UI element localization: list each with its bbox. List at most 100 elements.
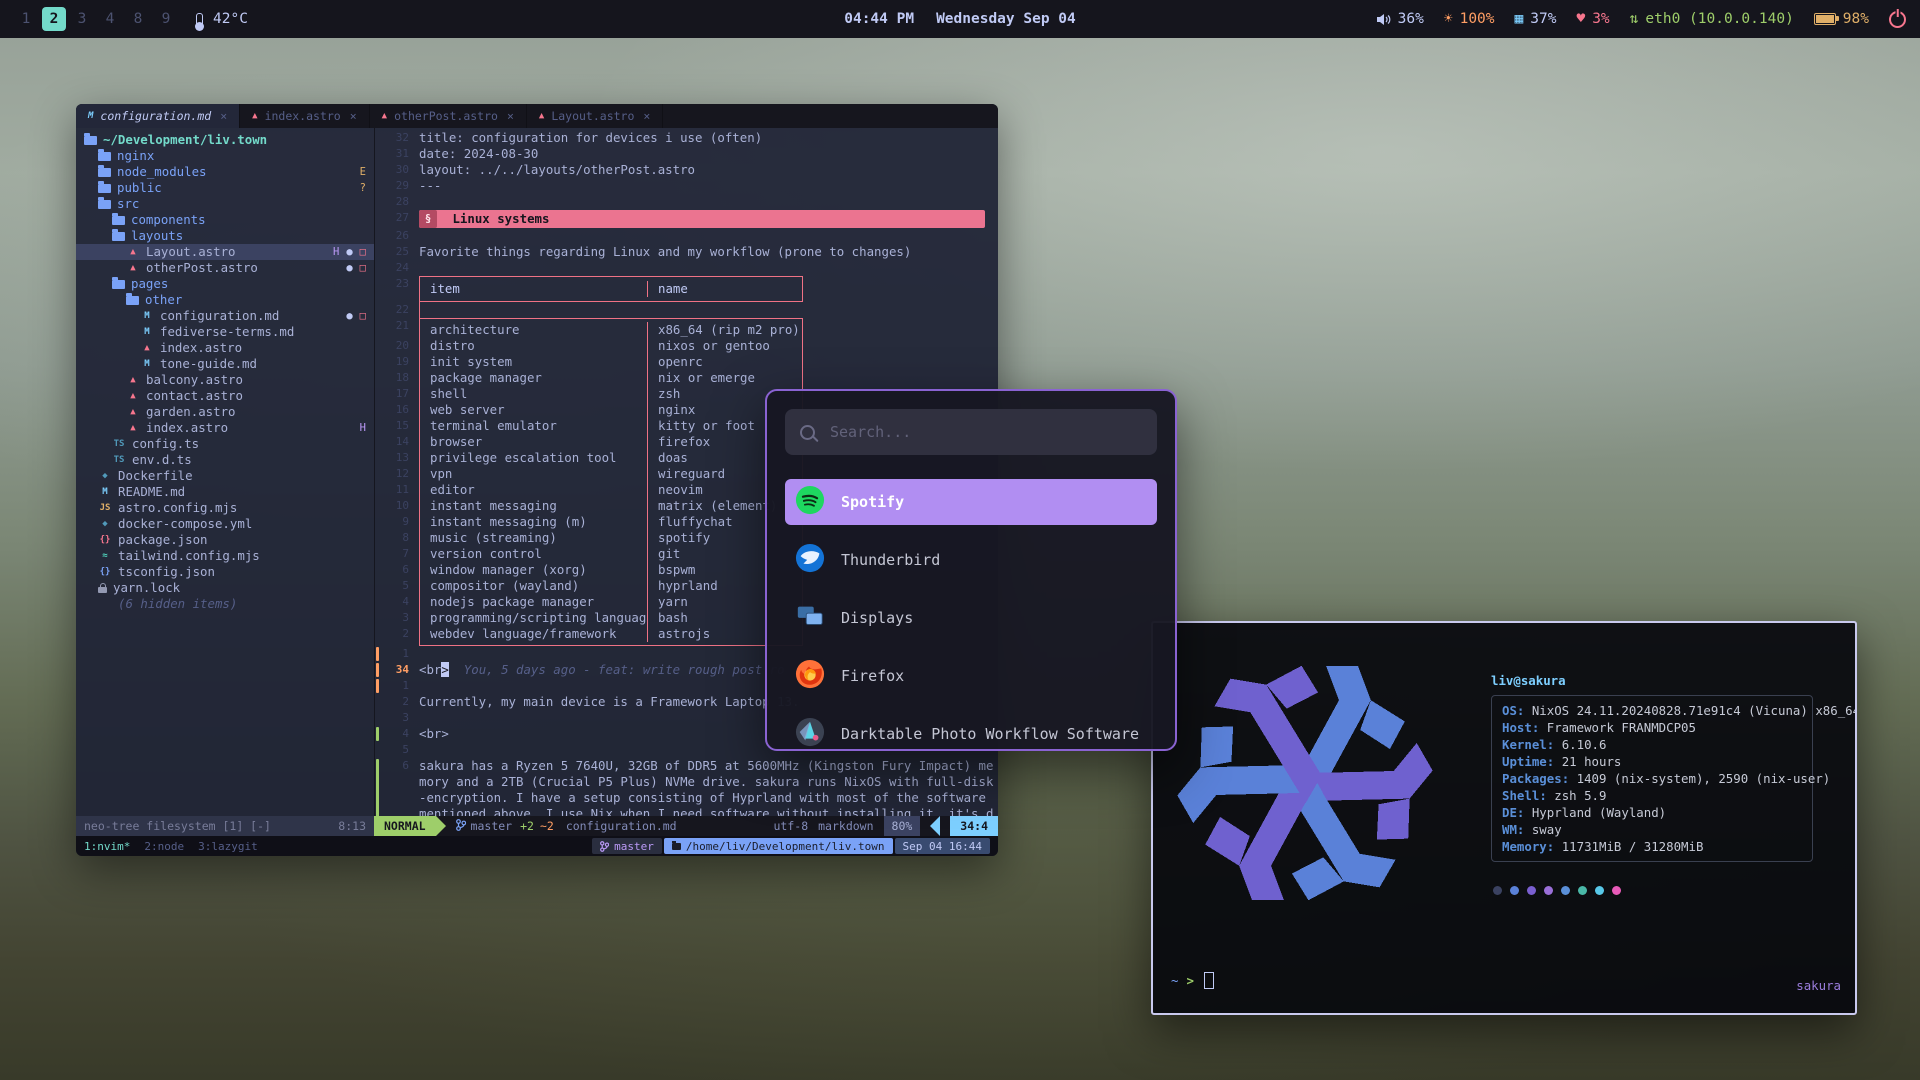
power-module[interactable] (1889, 11, 1906, 28)
tree-item[interactable]: TSenv.d.ts (76, 452, 374, 468)
cpu-module[interactable]: ▦ 37% (1515, 11, 1557, 27)
tmux-datetime-chip: Sep 04 16:44 (895, 838, 990, 854)
tree-item[interactable]: nginx (76, 148, 374, 164)
tree-item-label: balcony.astro (146, 372, 243, 388)
tmux-window-2:node[interactable]: 2:node (144, 840, 184, 853)
launcher-search[interactable] (785, 409, 1157, 455)
tree-root[interactable]: ~/Development/liv.town (76, 132, 374, 148)
load-module[interactable]: ♥ 3% (1576, 11, 1609, 27)
launcher-item-darktable[interactable]: Darktable Photo Workflow Software (785, 711, 1157, 751)
launcher-item-displays[interactable]: Displays (785, 595, 1157, 641)
fetch-field-label: Shell (1502, 788, 1539, 803)
fetch-field: Packages: 1409 (nix-system), 2590 (nix-u… (1502, 770, 1802, 787)
tailwind-file-icon: ≈ (98, 548, 112, 564)
tree-item[interactable]: JSastro.config.mjs (76, 500, 374, 516)
tab-label: index.astro (265, 109, 341, 123)
spotify-icon (795, 485, 825, 519)
tree-item-label: package.json (118, 532, 208, 548)
tree-item[interactable]: (6 hidden items) (76, 596, 374, 612)
scroll-percent: 80% (884, 816, 921, 836)
tab-close-icon[interactable]: × (643, 109, 650, 123)
tab-close-icon[interactable]: × (220, 109, 227, 123)
firefox-icon (795, 659, 825, 693)
tmux-window-3:lazygit[interactable]: 3:lazygit (198, 840, 258, 853)
file-tree[interactable]: ~/Development/liv.townnginxnode_modulesE… (76, 128, 375, 816)
launcher-item-firefox[interactable]: Firefox (785, 653, 1157, 699)
table-separator (419, 302, 804, 318)
workspace-2[interactable]: 2 (42, 7, 66, 31)
fetch-field-sep: : (1547, 754, 1562, 769)
date-value: Wednesday Sep 04 (936, 11, 1076, 27)
tree-item[interactable]: Mfediverse-terms.md (76, 324, 374, 340)
network-module[interactable]: ⇅ eth0 (10.0.0.140) (1630, 11, 1794, 27)
prompt-path: ~ (1171, 973, 1178, 988)
line-number: 31 (375, 146, 419, 162)
speaker-icon (1377, 13, 1391, 26)
line-text: architecturex86_64 (rip m2 pro) (419, 318, 998, 338)
tree-item[interactable]: ▲contact.astro (76, 388, 374, 404)
fetch-field-label: Kernel (1502, 737, 1547, 752)
astro-icon: ▲ (382, 111, 387, 121)
tree-item[interactable]: ◆Dockerfile (76, 468, 374, 484)
fetch-terminal-window[interactable]: liv@sakura OS: NixOS 24.11.20240828.71e9… (1151, 621, 1857, 1015)
volume-module[interactable]: 36% (1377, 11, 1424, 27)
tree-item[interactable]: {} package.json (76, 532, 374, 548)
line-number: 14 (375, 434, 419, 450)
tree-item[interactable]: public? (76, 180, 374, 196)
line-text: layout: ../../layouts/otherPost.astro (419, 162, 998, 178)
workspace-4[interactable]: 4 (98, 7, 122, 31)
tree-item[interactable]: ◆docker-compose.yml (76, 516, 374, 532)
tab-close-icon[interactable]: × (350, 109, 357, 123)
tree-item[interactable]: MREADME.md (76, 484, 374, 500)
fetch-field-label: Host (1502, 720, 1532, 735)
tab-close-icon[interactable]: × (507, 109, 514, 123)
tree-item[interactable]: yarn.lock (76, 580, 374, 596)
tree-item[interactable]: components (76, 212, 374, 228)
search-input[interactable] (828, 422, 1142, 442)
tab-Layout.astro[interactable]: ▲Layout.astro× (527, 104, 663, 128)
tree-item[interactable]: src (76, 196, 374, 212)
battery-module[interactable]: 98% (1814, 11, 1869, 27)
launcher-results: Spotify Thunderbird Displays Firefox Darktab… (767, 455, 1175, 751)
tree-status-right: 8:13 (338, 819, 366, 833)
workspace-3[interactable]: 3 (70, 7, 94, 31)
tree-item[interactable]: Mtone-guide.md (76, 356, 374, 372)
palette-dot (1493, 886, 1502, 895)
launcher-item-spotify[interactable]: Spotify (785, 479, 1157, 525)
tree-item[interactable]: other (76, 292, 374, 308)
workspace-8[interactable]: 8 (126, 7, 150, 31)
fetch-field: WM: sway (1502, 821, 1802, 838)
launcher-item-thunderbird[interactable]: Thunderbird (785, 537, 1157, 583)
fetch-field-sep: : (1517, 805, 1532, 820)
tab-otherPost.astro[interactable]: ▲otherPost.astro× (370, 104, 527, 128)
tree-item[interactable]: {}tsconfig.json (76, 564, 374, 580)
brightness-icon: ☀ (1444, 11, 1453, 27)
tree-item[interactable]: TSconfig.ts (76, 436, 374, 452)
tab-configuration.md[interactable]: Mconfiguration.md× (76, 104, 240, 128)
brightness-module[interactable]: ☀ 100% (1444, 11, 1495, 27)
workspace-9[interactable]: 9 (154, 7, 178, 31)
table-cell-item: compositor (wayland) (420, 578, 648, 594)
tree-item[interactable]: ▲Layout.astroH●□ (76, 244, 374, 260)
tree-item[interactable]: ▲index.astro (76, 340, 374, 356)
tree-item[interactable]: ▲otherPost.astro●□ (76, 260, 374, 276)
tree-item[interactable]: pages (76, 276, 374, 292)
tree-item[interactable]: node_modulesE (76, 164, 374, 180)
main-statusline: NORMAL master +2 ~2 configuration.md utf… (374, 816, 998, 836)
tree-item[interactable]: layouts (76, 228, 374, 244)
fetch-field-value: 11731MiB / 31280MiB (1562, 839, 1704, 854)
table-row: browserfirefox (419, 434, 803, 450)
tree-item[interactable]: ▲balcony.astro (76, 372, 374, 388)
tmux-window-1:nvim*[interactable]: 1:nvim* (84, 840, 130, 853)
json-red-file-icon: {} (98, 532, 112, 548)
tree-item[interactable]: Mconfiguration.md●□ (76, 308, 374, 324)
palette-dot (1510, 886, 1519, 895)
folder-icon (112, 232, 125, 241)
shell-prompt[interactable]: ~ > (1171, 972, 1214, 989)
tree-item[interactable]: ▲index.astroH (76, 420, 374, 436)
tree-item[interactable]: ≈tailwind.config.mjs (76, 548, 374, 564)
tree-item[interactable]: ▲garden.astro (76, 404, 374, 420)
tab-index.astro[interactable]: ▲index.astro× (240, 104, 370, 128)
line-number: 4 (375, 594, 419, 610)
workspace-1[interactable]: 1 (14, 7, 38, 31)
